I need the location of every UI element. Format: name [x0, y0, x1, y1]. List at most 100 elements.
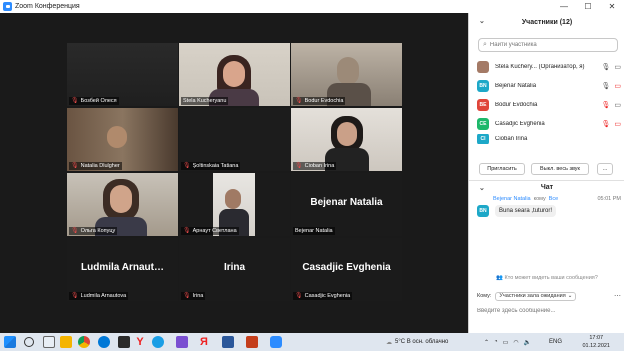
volume-icon[interactable]: 🔈 — [524, 339, 531, 346]
mic-muted-icon: 🎙 — [295, 163, 303, 169]
network-icon[interactable]: ◔ — [494, 339, 498, 345]
avatar — [477, 61, 489, 73]
tile-name: Арнаут Светлана — [192, 228, 237, 234]
chevron-up-icon[interactable]: ⌃ — [484, 339, 489, 346]
participant-name: Bodur Evdochia — [495, 102, 538, 108]
video-tile-no-camera[interactable]: Ludmila Arnaut… 🎙 Ludmila Arnautova — [67, 238, 178, 301]
chat-options-icon[interactable]: ⋯ — [614, 292, 621, 300]
tile-name-bar: 🎙 Bodur Evdochia — [293, 97, 346, 105]
edge-icon[interactable] — [98, 336, 110, 348]
video-tile[interactable]: 🎙 Арнаут Светлана — [179, 173, 290, 236]
participant-row[interactable]: CI Cioban Irina — [477, 134, 621, 144]
telegram-icon[interactable] — [152, 336, 164, 348]
video-tile[interactable]: 🎙 Бозбей Олеся — [67, 43, 178, 106]
tile-name: Ольга Копуцу — [80, 228, 116, 234]
mic-muted-icon: 🎙 — [71, 98, 79, 104]
mic-muted-icon: 🎙 — [295, 98, 303, 104]
participant-row[interactable]: BN Bejenar Natalia 🎙 ▭ — [477, 77, 621, 95]
word-icon[interactable] — [222, 336, 234, 348]
zoom-app: Zoom Конференция — ☐ ✕ 🎙 Бозбей Олеся St… — [0, 0, 624, 351]
video-gallery: 🎙 Бозбей Олеся Stela Kucheryanu 🎙 Bodur … — [0, 13, 468, 333]
who-can-see-text: Кто может видеть ваши сообщения? — [504, 275, 598, 281]
chat-title: Чат — [540, 184, 554, 191]
participant-search-input[interactable] — [489, 42, 600, 48]
message-sender[interactable]: Bejenar Natalia — [493, 196, 531, 202]
tile-name: Bodur Evdochia — [304, 98, 344, 104]
video-tile-active-speaker[interactable]: Stela Kucheryanu — [179, 43, 290, 106]
participant-row[interactable]: Stela Kuchery... (Организатор, я) 🎙 ▭ — [477, 58, 621, 76]
battery-icon[interactable]: ▭ — [503, 339, 509, 346]
video-off-icon[interactable]: ▭ — [614, 82, 621, 90]
mic-muted-icon[interactable]: 🎙 — [601, 120, 610, 128]
avatar: BE — [477, 99, 489, 111]
store-icon[interactable] — [118, 336, 130, 348]
wifi-icon[interactable]: ◠ — [513, 339, 518, 346]
mic-muted-icon[interactable]: 🎙 — [601, 101, 610, 109]
file-explorer-icon[interactable] — [60, 336, 72, 348]
clock[interactable]: 17:07 01.12.2021 — [582, 334, 610, 350]
chevron-down-icon[interactable]: ⌄ — [479, 184, 485, 192]
zoom-taskbar-icon[interactable] — [270, 336, 282, 348]
video-tile-no-camera[interactable]: Casadjic Evghenia 🎙 Casadjic Evghenia — [291, 238, 402, 301]
mic-muted-icon: 🎙 — [183, 293, 191, 299]
more-options-button[interactable]: ... — [597, 163, 613, 175]
viber-icon[interactable] — [176, 336, 188, 348]
tile-name-bar: Stela Kucheryanu — [181, 97, 229, 105]
who-can-see-link[interactable]: 👥 Кто может видеть ваши сообщения? — [469, 275, 624, 281]
weather-widget[interactable]: ☁ 5°C В осн. облачно — [386, 333, 448, 351]
participants-title: Участники (12) — [521, 18, 573, 26]
video-tile-no-camera[interactable]: Bejenar Natalia Bejenar Natalia — [291, 173, 402, 236]
participants-header: ⌄ Участники (12) — [469, 13, 624, 31]
participant-name: Bejenar Natalia — [495, 83, 537, 89]
tile-display-name: Irina — [223, 262, 246, 273]
person-face — [225, 189, 241, 209]
participant-row[interactable]: BE Bodur Evdochia 🎙 ▭ — [477, 96, 621, 114]
message-time: 05:01 PM — [597, 196, 621, 202]
recipient-value: Участники зала ожидания — [499, 293, 566, 299]
windows-start-icon[interactable] — [4, 336, 16, 348]
message-text: Buna seara ,tuturor! — [495, 205, 557, 217]
to-label: Кому: — [477, 293, 492, 299]
participant-search[interactable]: ⌕ — [478, 38, 618, 52]
mic-muted-icon: 🎙 — [183, 228, 191, 234]
video-tile[interactable]: 🎙 Ольга Копуцу — [67, 173, 178, 236]
recipient-select[interactable]: Участники зала ожидания ⌄ — [495, 291, 577, 301]
title-bar: Zoom Конференция — ☐ ✕ — [0, 0, 624, 13]
chat-message-input[interactable] — [477, 306, 617, 316]
tile-name: Irina — [192, 293, 204, 299]
video-camera-icon[interactable]: ▭ — [614, 63, 621, 71]
mute-all-button[interactable]: Выкл. весь звук — [531, 163, 589, 175]
video-tile-no-camera[interactable]: Irina 🎙 Irina — [179, 238, 290, 301]
powerpoint-icon[interactable] — [246, 336, 258, 348]
microphone-icon[interactable]: 🎙 — [601, 82, 610, 90]
video-tile[interactable]: 🎙 Șoltinskaia Tatiana — [179, 108, 290, 171]
search-icon[interactable] — [24, 337, 34, 347]
tile-name-bar: 🎙 Арнаут Светлана — [181, 227, 239, 235]
microphone-icon[interactable]: 🎙 — [601, 63, 610, 71]
participant-row[interactable]: CE Casadjic Evghenia 🎙 ▭ — [477, 115, 621, 133]
minimize-button[interactable]: — — [552, 0, 576, 13]
maximize-button[interactable]: ☐ — [576, 0, 600, 13]
chrome-icon[interactable] — [78, 336, 90, 348]
tile-name-bar: 🎙 Бозбей Олеся — [69, 97, 119, 105]
video-off-icon[interactable]: ▭ — [614, 120, 621, 128]
video-tile[interactable]: 🎙 Bodur Evdochia — [291, 43, 402, 106]
system-tray-icons: ⌃ ◔ ▭ ◠ 🔈 — [484, 333, 531, 351]
video-tile[interactable]: 🎙 Cioban Irina — [291, 108, 402, 171]
video-camera-icon[interactable]: ▭ — [614, 101, 621, 109]
avatar: CI — [477, 134, 489, 144]
tile-name-bar: 🎙 Ludmila Arnautova — [69, 292, 129, 300]
tile-display-name: Casadjic Evghenia — [302, 262, 391, 273]
yandex-icon[interactable]: Y — [134, 336, 146, 348]
yandex-browser-icon[interactable]: Я — [198, 336, 210, 348]
chat-message: Bejenar Natalia кому Все 05:01 PM BN Bun… — [477, 196, 621, 217]
tile-name: Ludmila Arnautova — [80, 293, 127, 299]
video-tile[interactable]: 🎙 Natalia Dlulgher — [67, 108, 178, 171]
invite-button[interactable]: Пригласить — [479, 163, 525, 175]
task-view-icon[interactable] — [43, 336, 55, 348]
tile-name: Бозбей Олеся — [80, 98, 117, 104]
close-button[interactable]: ✕ — [600, 0, 624, 13]
chevron-down-icon[interactable]: ⌄ — [479, 17, 485, 25]
mic-muted-icon: 🎙 — [295, 293, 303, 299]
language-indicator[interactable]: ENG — [549, 333, 562, 351]
